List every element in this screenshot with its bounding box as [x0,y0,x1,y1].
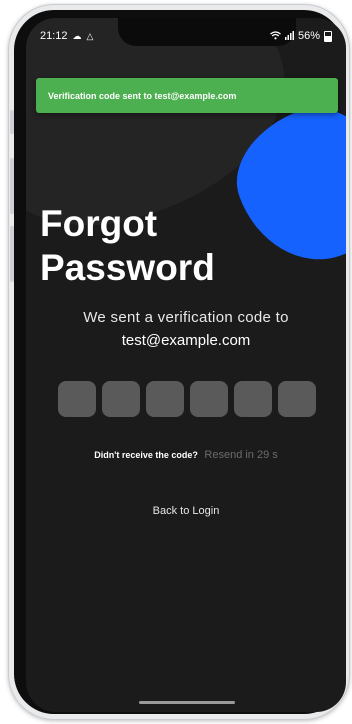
page-title-line1: Forgot [40,203,158,244]
page-title-line2: Password [40,247,215,288]
code-digit-input-2[interactable] [102,381,140,417]
code-digit-input-6[interactable] [278,381,316,417]
warning-triangle-icon: △ [86,30,94,41]
back-to-login-link[interactable]: Back to Login [26,505,346,517]
battery-percentage: 56% [297,30,320,42]
code-digit-input-1[interactable] [58,381,96,417]
verification-toast: Verification code sent to test@example.c… [36,78,338,113]
code-digit-input-5[interactable] [234,381,272,417]
home-indicator[interactable] [139,701,235,704]
verification-subtitle: We sent a verification code to [83,309,289,326]
wifi-icon [270,30,281,42]
toast-message: Verification code sent to test@example.c… [48,90,237,101]
resend-label: Didn't receive the code? [94,450,198,460]
page-title: Forgot Password [40,202,215,290]
resend-timer-button[interactable]: Resend in 29 s [204,449,277,461]
status-time: 21:12 [40,30,68,42]
app-screen: 21:12 ☁ △ 56% Verification code sent to … [26,18,346,712]
resend-row: Didn't receive the code? Resend in 29 s [26,449,346,461]
status-bar-left: 21:12 ☁ △ [40,30,93,42]
code-digit-input-3[interactable] [146,381,184,417]
status-bar-right: 56% [270,30,332,42]
battery-icon [324,30,332,42]
code-input-row [58,381,316,417]
verification-email: test@example.com [121,332,251,349]
cloud-icon: ☁ [72,30,82,41]
code-digit-input-4[interactable] [190,381,228,417]
signal-icon [284,30,294,42]
